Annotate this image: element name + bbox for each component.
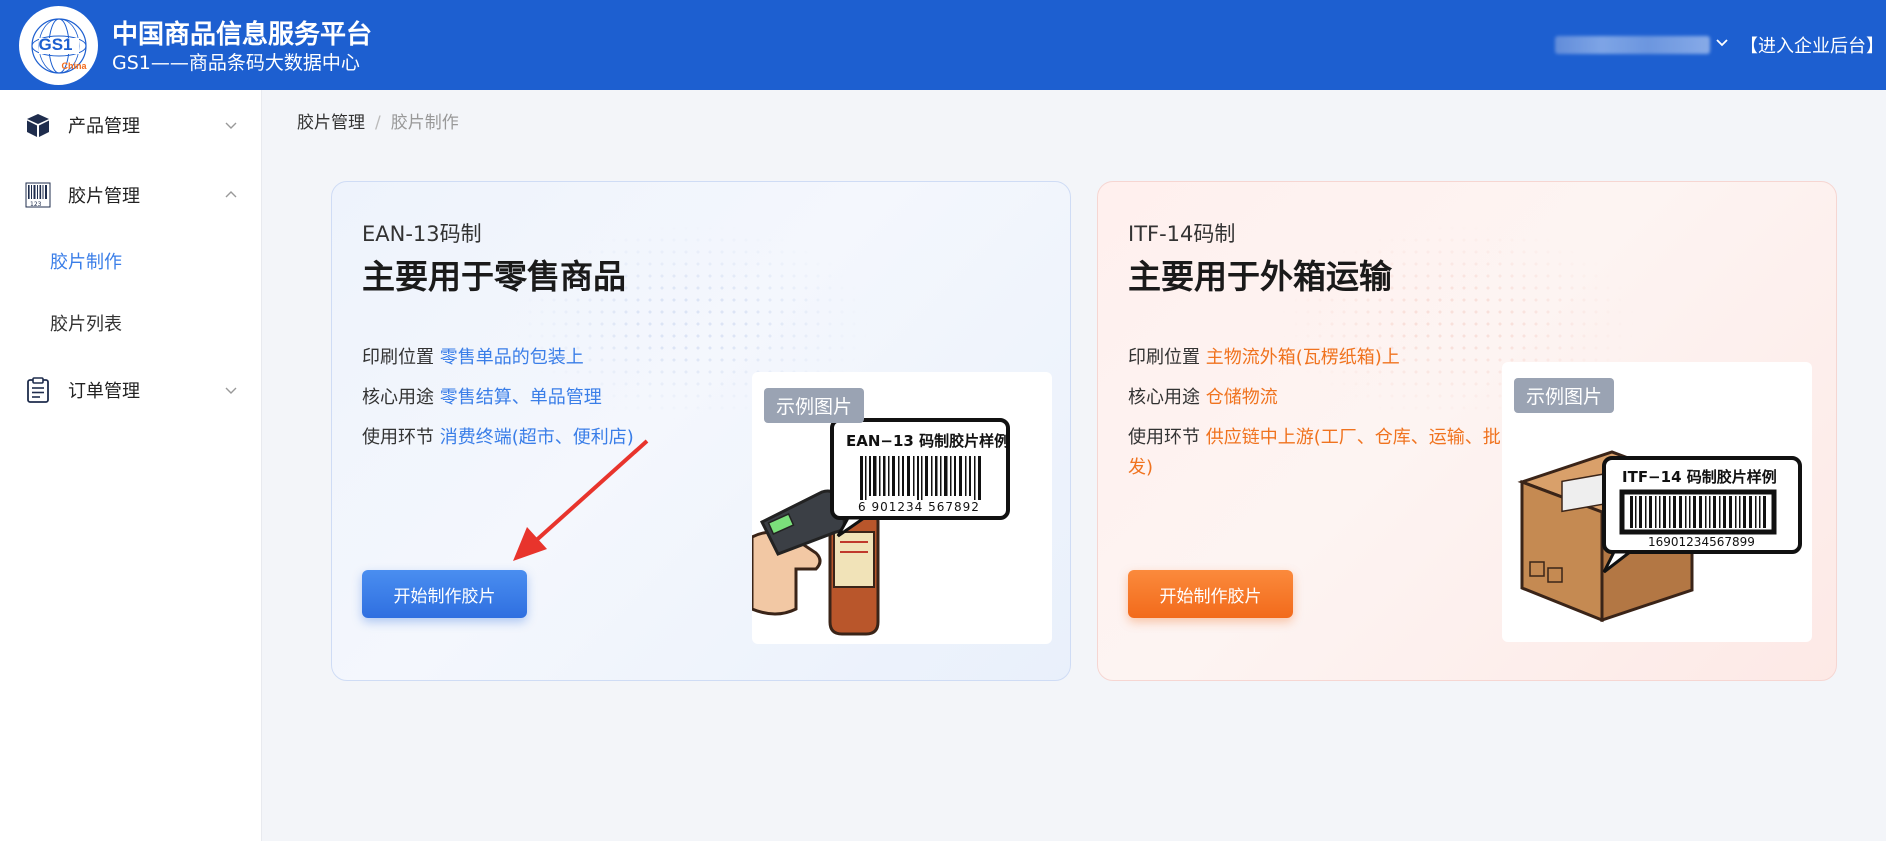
sidebar-item-label: 产品管理 [68, 116, 140, 137]
info-label: 印刷位置 [1128, 347, 1200, 368]
info-row: 印刷位置 主物流外箱(瓦楞纸箱)上 [1128, 343, 1508, 373]
info-row: 使用环节 供应链中上游(工厂、仓库、运输、批发) [1128, 423, 1508, 483]
card-code: EAN-13码制 [362, 222, 482, 246]
info-row: 印刷位置 零售单品的包装上 [362, 343, 742, 373]
top-header: GS1 China 中国商品信息服务平台 GS1——商品条码大数据中心 【进入企… [0, 0, 1886, 90]
chevron-down-icon[interactable] [1714, 34, 1730, 50]
card-code: ITF-14码制 [1128, 222, 1236, 246]
breadcrumb-current: 胶片制作 [390, 113, 459, 133]
enter-backend-link[interactable]: 【进入企业后台】 [1740, 32, 1884, 58]
sidebar-item-label: 订单管理 [68, 381, 140, 402]
gs1-logo[interactable]: GS1 China [19, 6, 98, 85]
sidebar-item-film[interactable]: 123 胶片管理 [0, 170, 262, 220]
chevron-up-icon [225, 191, 237, 198]
info-label: 使用环节 [1128, 427, 1200, 448]
chevron-down-icon [225, 387, 237, 394]
info-value: 零售结算、单品管理 [439, 387, 602, 408]
svg-text:123: 123 [30, 201, 42, 208]
card-title: 主要用于零售商品 [362, 257, 626, 296]
info-value: 仓储物流 [1205, 387, 1278, 408]
logo-text: GS1 [38, 34, 73, 54]
sample-tag: 示例图片 [1514, 378, 1615, 413]
ean13-card: EAN-13码制 主要用于零售商品 印刷位置 零售单品的包装上 核心用途 零售结… [331, 181, 1071, 681]
breadcrumb: 胶片管理 / 胶片制作 [297, 108, 459, 133]
sample-number: 6 901234 567892 [858, 500, 980, 514]
info-row: 核心用途 零售结算、单品管理 [362, 383, 742, 413]
sample-label: EAN−13 码制胶片样例 [846, 432, 1009, 450]
info-label: 使用环节 [362, 427, 434, 448]
sample-image-ean13: EAN−13 码制胶片样例 6 901234 567892 示例图片 [752, 372, 1052, 644]
sidebar-subitem-label: 胶片列表 [50, 314, 122, 335]
chevron-down-icon [225, 122, 237, 129]
sidebar-subitem-label: 胶片制作 [50, 252, 122, 273]
sample-tag: 示例图片 [764, 388, 865, 423]
clipboard-icon [27, 377, 49, 403]
info-label: 核心用途 [362, 387, 434, 408]
sidebar-item-product[interactable]: 产品管理 [0, 100, 262, 150]
sample-image-itf14: ITF−14 码制胶片样例 16901234567899 示例图片 [1502, 362, 1812, 642]
sample-label: ITF−14 码制胶片样例 [1622, 468, 1777, 486]
sidebar: 产品管理 123 胶片管理 胶片制作 胶片列表 订单管理 [0, 90, 262, 841]
user-name-blurred[interactable] [1555, 36, 1710, 54]
brand-title: 中国商品信息服务平台 [112, 20, 373, 50]
sidebar-subitem-film-create[interactable]: 胶片制作 [0, 239, 262, 283]
breadcrumb-parent[interactable]: 胶片管理 [297, 113, 365, 133]
red-arrow-annotation [513, 439, 649, 561]
info-value: 零售单品的包装上 [439, 347, 584, 368]
brand-subtitle: GS1——商品条码大数据中心 [112, 52, 360, 74]
logo-sub: China [61, 60, 87, 71]
cube-icon [27, 114, 49, 137]
barcode-icon: 123 [25, 182, 51, 208]
sample-number: 16901234567899 [1648, 535, 1755, 549]
info-value: 主物流外箱(瓦楞纸箱)上 [1205, 347, 1400, 368]
start-film-button-itf14[interactable]: 开始制作胶片 [1128, 570, 1293, 618]
info-row: 核心用途 仓储物流 [1128, 383, 1508, 413]
breadcrumb-separator: / [375, 113, 381, 133]
sidebar-item-label: 胶片管理 [68, 186, 140, 207]
info-label: 核心用途 [1128, 387, 1200, 408]
info-label: 印刷位置 [362, 347, 434, 368]
itf14-card: ITF-14码制 主要用于外箱运输 印刷位置 主物流外箱(瓦楞纸箱)上 核心用途… [1097, 181, 1837, 681]
card-title: 主要用于外箱运输 [1128, 257, 1392, 296]
start-film-button-ean13[interactable]: 开始制作胶片 [362, 570, 527, 618]
sidebar-item-order[interactable]: 订单管理 [0, 365, 262, 415]
sidebar-subitem-film-list[interactable]: 胶片列表 [0, 301, 262, 345]
